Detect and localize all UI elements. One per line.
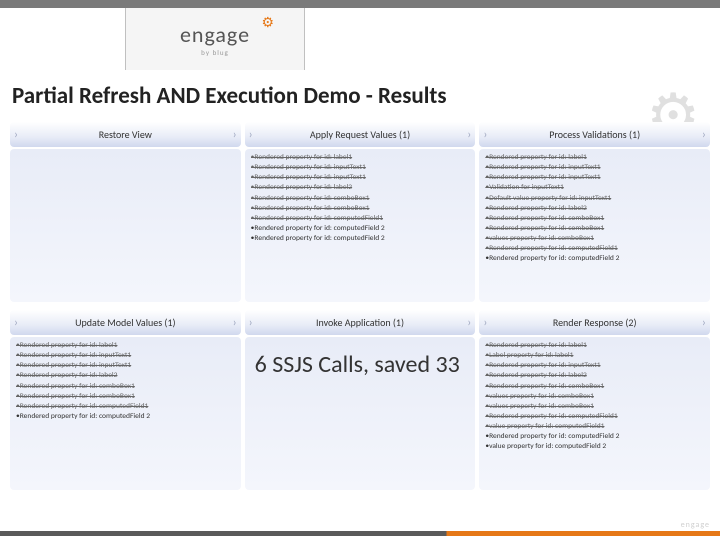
list-item: •values property for id: comboBox1 [485, 234, 704, 244]
phase-column: Restore View [10, 122, 241, 302]
page-title: Partial Refresh AND Execution Demo - Res… [12, 82, 447, 110]
list-item: •Rendered property for id: label1 [251, 153, 470, 163]
list-item: •Rendered property for id: inputText1 [485, 173, 704, 183]
list-item: •Rendered property for id: inputText1 [251, 163, 470, 173]
phase-header: Process Validations (1) [479, 122, 710, 147]
list-item: •Rendered property for id: label2 [16, 371, 235, 381]
phase-column: Invoke Application (1) 6 SSJS Calls, save… [245, 310, 476, 490]
phase-column: Apply Request Values (1)•Rendered proper… [245, 122, 476, 302]
list-item: •Validation for inputText1 [485, 183, 704, 193]
list-item: •Rendered property for id: label2 [485, 204, 704, 214]
list-item: •Rendered property for id: comboBox1 [251, 194, 470, 204]
list-item: •Rendered property for id: computedField… [485, 254, 704, 264]
list-item: •value property for id: computedField 2 [485, 442, 704, 452]
phase-grid: Restore ViewApply Request Values (1)•Ren… [10, 122, 710, 490]
list-item: •Rendered property for id: label1 [485, 153, 704, 163]
phase-header: Render Response (2) [479, 310, 710, 335]
list-item: •Rendered property for id: computedField… [251, 234, 470, 244]
phase-body: •Rendered property for id: label1•Render… [245, 149, 476, 302]
list-item: •values property for id: comboBox1 [485, 392, 704, 402]
list-item: •Rendered property for id: computedField… [485, 432, 704, 442]
top-bar [0, 0, 720, 8]
list-item: •Label property for id: label1 [485, 351, 704, 361]
phase-column: Process Validations (1)•Rendered propert… [479, 122, 710, 302]
phase-body: •Rendered property for id: label1•Render… [479, 149, 710, 302]
logo-area: ⚙ engage by blug [125, 8, 305, 70]
list-item: •Rendered property for id: inputText1 [485, 163, 704, 173]
list-item: •Rendered property for id: inputText1 [16, 361, 235, 371]
list-item: •Rendered property for id: computedField… [16, 412, 235, 422]
list-item: •Rendered property for id: comboBox1 [485, 224, 704, 234]
phase-body: •Rendered property for id: label1•Label … [479, 337, 710, 490]
phase-header: Restore View [10, 122, 241, 147]
list-item: •Default value property for id: inputTex… [485, 194, 704, 204]
list-item: •Rendered property for id: computedField… [251, 214, 470, 224]
phase-body: •Rendered property for id: label1•Render… [10, 337, 241, 490]
list-item: •Rendered property for id: computedField… [16, 402, 235, 412]
phase-header: Invoke Application (1) [245, 310, 476, 335]
list-item: •Rendered property for id: comboBox1 [16, 382, 235, 392]
watermark: engage [681, 520, 710, 530]
phase-column: Render Response (2)•Rendered property fo… [479, 310, 710, 490]
phase-header: Update Model Values (1) [10, 310, 241, 335]
phase-result: 6 SSJS Calls, saved 33 [251, 341, 470, 390]
logo-text: engage [180, 21, 250, 48]
phase-body: 6 SSJS Calls, saved 33 [245, 337, 476, 490]
list-item: •Rendered property for id: comboBox1 [251, 204, 470, 214]
list-item: •Rendered property for id: label2 [485, 371, 704, 381]
phase-column: Update Model Values (1)•Rendered propert… [10, 310, 241, 490]
list-item: •Rendered property for id: computedField… [485, 244, 704, 254]
list-item: •Rendered property for id: inputText1 [251, 173, 470, 183]
phase-header: Apply Request Values (1) [245, 122, 476, 147]
list-item: •Rendered property for id: comboBox1 [485, 382, 704, 392]
list-item: •Rendered property for id: inputText1 [16, 351, 235, 361]
list-item: •Rendered property for id: label2 [251, 183, 470, 193]
list-item: •Rendered property for id: computedField… [485, 412, 704, 422]
phase-body [10, 149, 241, 302]
list-item: •Rendered property for id: comboBox1 [485, 214, 704, 224]
list-item: •Rendered property for id: comboBox1 [16, 392, 235, 402]
list-item: •Rendered property for id: inputText1 [485, 361, 704, 371]
list-item: •Rendered property for id: label1 [16, 341, 235, 351]
list-item: •Rendered property for id: label1 [485, 341, 704, 351]
list-item: •Rendered property for id: computedField… [251, 224, 470, 234]
logo-subtext: by blug [201, 48, 229, 57]
gear-icon: ⚙ [261, 14, 274, 31]
list-item: •value property for id: computedField1 [485, 422, 704, 432]
list-item: •values property for id: comboBox1 [485, 402, 704, 412]
bottom-accent-bar [0, 531, 720, 536]
